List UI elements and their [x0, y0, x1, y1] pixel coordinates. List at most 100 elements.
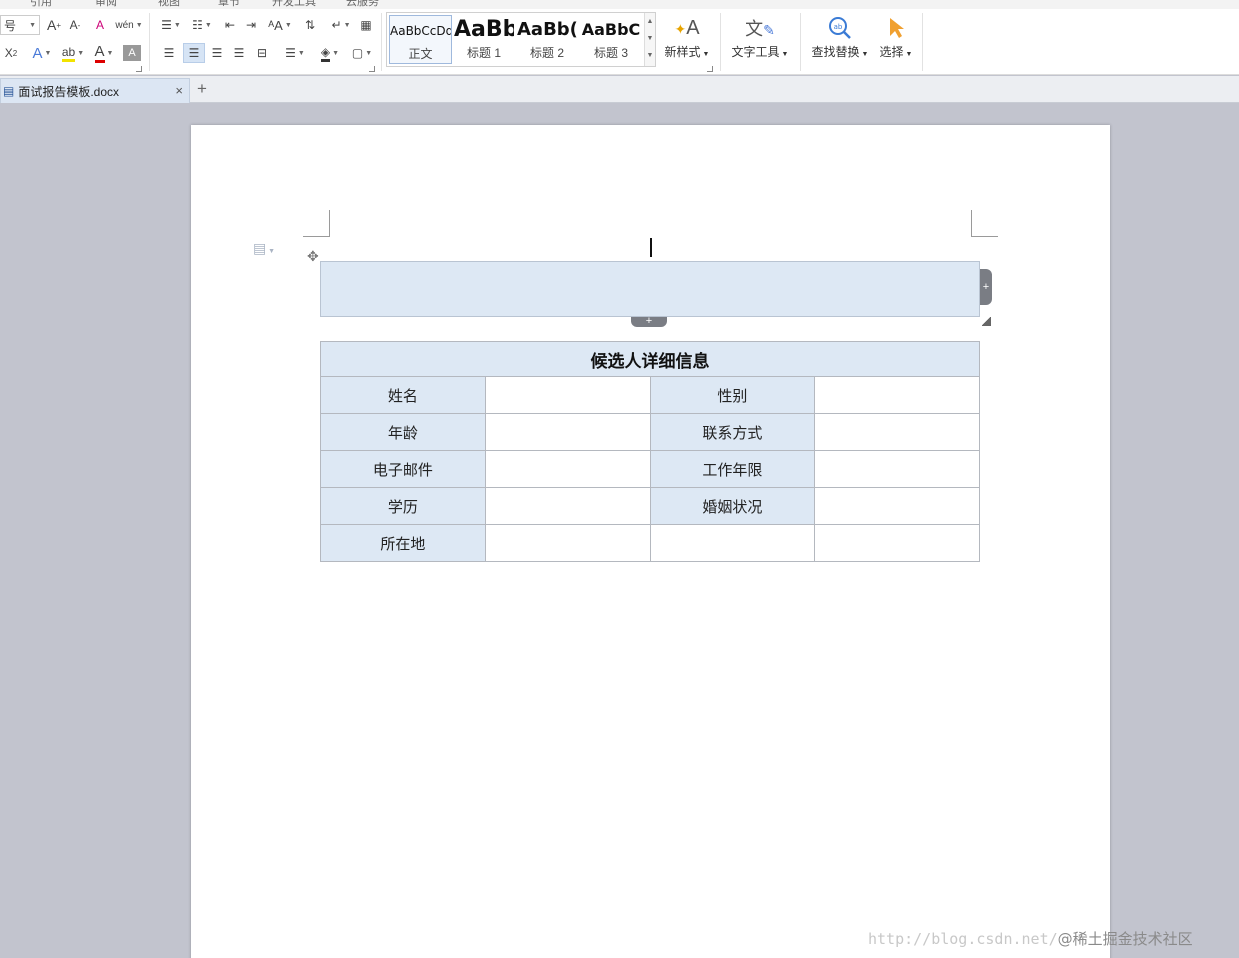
table-cell[interactable] [814, 413, 980, 451]
table-cell[interactable] [649, 524, 816, 562]
divider [381, 13, 382, 71]
table-cell[interactable] [814, 524, 980, 562]
table-cell[interactable]: 年龄 [320, 413, 486, 451]
style-heading-3[interactable]: AaBbC 标题 3 [580, 15, 642, 64]
menu-section[interactable]: 章节 [218, 0, 240, 9]
char-shading-icon[interactable]: A [123, 45, 141, 61]
borders-icon[interactable]: ▢ ▼ [348, 43, 376, 63]
line-spacing-icon[interactable]: ☰ ▼ [281, 43, 309, 63]
paragraph-layout-icon[interactable]: ▤ ▼ [253, 240, 275, 257]
increase-indent-icon[interactable]: ⇥ [242, 15, 260, 35]
distributed-icon[interactable]: ⊟ [252, 43, 272, 63]
new-style-button[interactable]: ✦A 新样式 ▼ [662, 13, 712, 69]
table-cell[interactable] [484, 487, 651, 525]
chevron-up-icon[interactable]: ▲ [645, 13, 655, 30]
text-tools-icon: 文✎ [745, 19, 775, 39]
grow-font-icon[interactable]: A + [45, 15, 63, 35]
more-icon[interactable]: ▼ [645, 47, 655, 64]
ribbon-toolbar: 号 ▼ A + A- A wén ▼ X2 A ▼ ab ▼ A ▼ A ☰ ▼ ☷ ▼ ⇤ ⇥… [0, 9, 1239, 75]
sort-icon[interactable]: ⇅ [300, 15, 320, 35]
shading-icon[interactable]: ◈ ▼ [316, 43, 344, 63]
menu-references[interactable]: 引用 [30, 0, 52, 9]
font-size-select[interactable]: 号 ▼ [0, 15, 40, 35]
style-heading-1[interactable]: AaBb 标题 1 [454, 15, 514, 64]
text-tools-button[interactable]: 文✎ 文字工具 ▼ [728, 13, 792, 69]
align-right-icon[interactable]: ☰ [207, 43, 227, 63]
numbering-icon[interactable]: ☷ ▼ [188, 15, 216, 35]
table-cell[interactable] [484, 413, 651, 451]
phonetic-guide-icon[interactable]: wén ▼ [114, 15, 144, 35]
select-label: 选择 [879, 45, 904, 59]
table-cell[interactable]: 婚姻状况 [649, 487, 816, 525]
table-cell[interactable]: 所在地 [320, 524, 486, 562]
table-row: 所在地 [320, 524, 980, 562]
style-heading-2[interactable]: AaBb( 标题 2 [517, 15, 577, 64]
table-row: 姓名 性别 [320, 376, 980, 414]
menu-developer[interactable]: 开发工具 [272, 0, 316, 9]
table-cell[interactable]: 工作年限 [649, 450, 816, 488]
style-sample: AaBb [454, 17, 514, 42]
divider [720, 13, 721, 71]
table-move-icon[interactable]: ✥ [307, 248, 319, 265]
font-color-icon[interactable]: A ▼ [90, 43, 118, 63]
style-name: 正文 [408, 47, 433, 61]
change-case-icon[interactable]: ᴬA ▼ [265, 15, 295, 35]
paragraph-dialog-launcher-icon[interactable] [369, 66, 375, 72]
show-marks-icon[interactable]: ↵ ▼ [328, 15, 354, 35]
table-cell[interactable] [814, 487, 980, 525]
bullets-icon[interactable]: ☰ ▼ [157, 15, 185, 35]
watermark-url: http://blog.csdn.net/ [868, 930, 1058, 948]
font-dialog-launcher-icon[interactable] [136, 66, 142, 72]
styles-scroll[interactable]: ▲ ▼ ▼ [644, 13, 655, 66]
chevron-down-icon[interactable]: ▼ [645, 30, 655, 47]
clear-format-icon[interactable]: A [90, 15, 110, 35]
table-cell[interactable]: 学历 [320, 487, 486, 525]
find-replace-button[interactable]: ab 查找替换 ▼ [808, 13, 872, 69]
add-row-icon[interactable]: + [631, 316, 667, 327]
table-cell[interactable] [484, 376, 651, 414]
menu-cloud[interactable]: 云服务 [346, 0, 379, 9]
select-button[interactable]: 选择 ▼ [876, 13, 916, 69]
table-cell[interactable] [814, 450, 980, 488]
margin-corner-mark [971, 210, 998, 237]
add-column-icon[interactable]: + [980, 269, 992, 305]
text-effect-icon[interactable]: A ▼ [28, 43, 56, 63]
close-icon[interactable]: × [175, 83, 183, 98]
table-title[interactable]: 候选人详细信息 [320, 341, 980, 377]
document-tab[interactable]: ▤ 面试报告模板.docx × [0, 78, 190, 103]
style-name: 标题 1 [466, 46, 501, 60]
header-table[interactable] [320, 261, 980, 317]
style-normal[interactable]: AaBbCcDd 正文 [389, 15, 452, 64]
style-name: 标题 3 [593, 46, 628, 60]
document-page[interactable]: ▤ ▼ ✥ + + 候选人详细信息 姓名 性别 年龄 联系方式 电子邮件 工作年… [191, 125, 1110, 958]
watermark-site: @稀土掘金技术社区 [1057, 930, 1193, 948]
table-cell[interactable]: 电子邮件 [320, 450, 486, 488]
decrease-indent-icon[interactable]: ⇤ [221, 15, 239, 35]
font-size-value: 号 [4, 18, 17, 33]
table-title-row: 候选人详细信息 [320, 341, 980, 377]
align-center-icon[interactable]: ☰ [183, 43, 205, 63]
table-resize-icon[interactable] [982, 317, 991, 326]
table-cell[interactable]: 联系方式 [649, 413, 816, 451]
style-sample: AaBb( [517, 19, 577, 40]
menu-view[interactable]: 视图 [158, 0, 180, 9]
style-sample: AaBbC [581, 20, 641, 39]
shrink-font-icon[interactable]: A- [66, 15, 84, 35]
styles-dialog-launcher-icon[interactable] [707, 66, 713, 72]
subscript-icon[interactable]: X2 [0, 43, 22, 63]
new-tab-icon[interactable]: + [197, 79, 207, 99]
table-cell[interactable]: 性别 [649, 376, 816, 414]
menu-review[interactable]: 审阅 [95, 0, 117, 9]
divider [800, 13, 801, 71]
align-left-icon[interactable]: ☰ [159, 43, 179, 63]
table-cell[interactable] [484, 524, 651, 562]
highlight-icon[interactable]: ab ▼ [59, 43, 87, 63]
justify-icon[interactable]: ☰ [229, 43, 249, 63]
table-grid-icon[interactable]: ▦ [357, 15, 375, 35]
table-cell[interactable]: 姓名 [320, 376, 486, 414]
table-cell[interactable] [484, 450, 651, 488]
styles-gallery: AaBbCcDd 正文 AaBb 标题 1 AaBb( 标题 2 AaBbC 标… [386, 12, 656, 67]
document-tab-bar: ▤ 面试报告模板.docx × + [0, 76, 1239, 103]
new-style-label: 新样式 [664, 45, 701, 59]
table-cell[interactable] [814, 376, 980, 414]
